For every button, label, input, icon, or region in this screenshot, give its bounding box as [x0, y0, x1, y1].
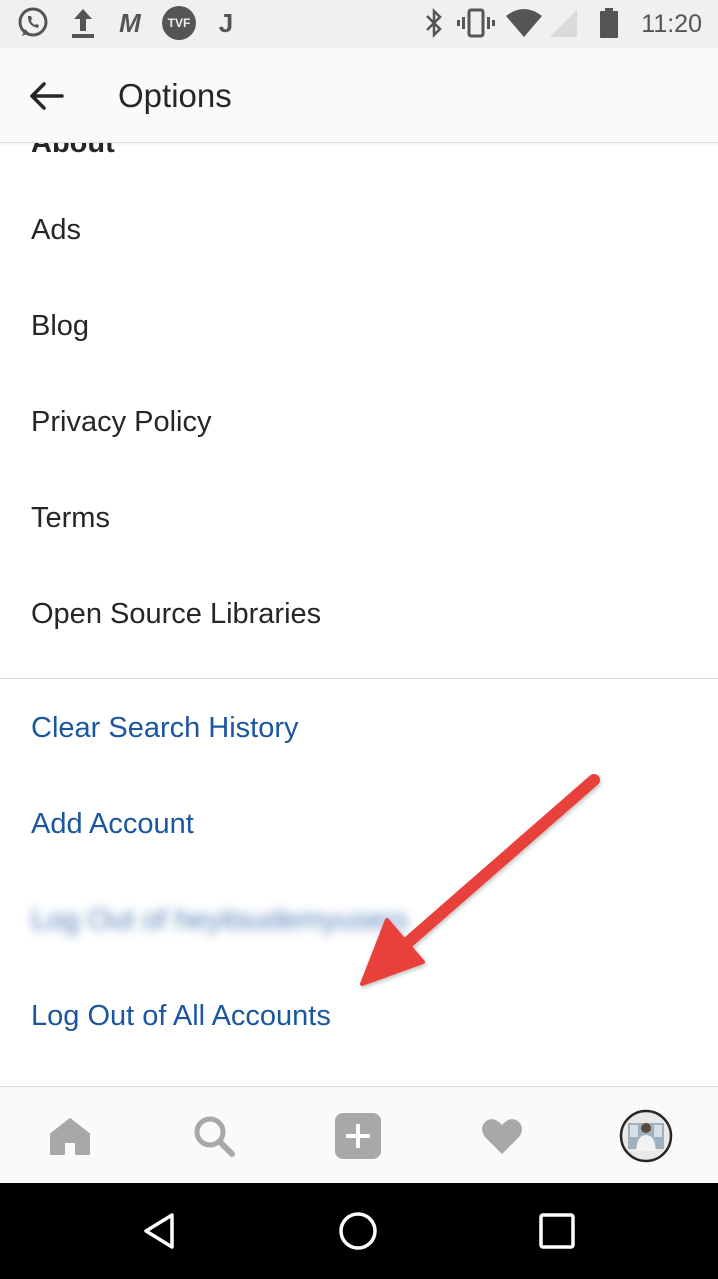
tab-profile[interactable] [596, 1087, 696, 1184]
option-terms[interactable]: Terms [31, 500, 110, 536]
add-account-link[interactable]: Add Account [31, 806, 194, 842]
wifi-icon [504, 6, 544, 40]
system-home-button[interactable] [308, 1183, 408, 1279]
profile-avatar [619, 1109, 673, 1162]
status-bar: M TVF J 11:20 [0, 0, 718, 48]
tab-home[interactable] [20, 1087, 120, 1184]
log-out-all-accounts-link[interactable]: Log Out of All Accounts [31, 998, 331, 1034]
back-arrow-icon [30, 82, 64, 110]
j-app-icon: J [218, 7, 234, 38]
tab-activity[interactable] [452, 1087, 552, 1184]
option-about[interactable]: About [31, 143, 115, 161]
page-title: Options [118, 76, 232, 114]
activity-heart-icon [482, 1118, 522, 1154]
option-open-source-libraries[interactable]: Open Source Libraries [31, 596, 321, 632]
option-privacy-policy[interactable]: Privacy Policy [31, 404, 212, 440]
system-nav-bar [0, 1183, 718, 1279]
m-app-icon: M [119, 7, 141, 38]
system-back-button[interactable] [110, 1183, 210, 1279]
system-recents-button[interactable] [507, 1183, 607, 1279]
battery-icon [596, 6, 622, 40]
search-icon [194, 1116, 235, 1157]
bottom-tab-bar [0, 1086, 718, 1183]
signal-icon [546, 6, 580, 40]
back-triangle-icon [144, 1213, 174, 1249]
app-header: Options [0, 48, 718, 143]
tab-search[interactable] [164, 1087, 264, 1184]
whatsapp-icon [14, 6, 52, 40]
option-blog[interactable]: Blog [31, 308, 89, 344]
log-out-account-link[interactable]: Log Out of heyitsudemyusers [31, 902, 408, 938]
tvf-app-icon: TVF [160, 6, 198, 40]
options-list: About Ads Blog Privacy Policy Terms Open… [0, 143, 718, 1086]
tab-add-post[interactable] [308, 1087, 408, 1184]
back-button[interactable] [22, 72, 70, 120]
status-clock: 11:20 [641, 9, 702, 38]
home-circle-icon [339, 1212, 377, 1250]
home-icon [50, 1117, 90, 1155]
clear-search-history-link[interactable]: Clear Search History [31, 710, 299, 746]
vibrate-icon [456, 6, 496, 40]
bluetooth-icon [420, 6, 448, 40]
section-divider [0, 678, 718, 679]
recents-square-icon [539, 1213, 575, 1249]
add-post-icon [335, 1112, 381, 1159]
option-ads[interactable]: Ads [31, 212, 81, 248]
upload-icon [66, 6, 100, 40]
